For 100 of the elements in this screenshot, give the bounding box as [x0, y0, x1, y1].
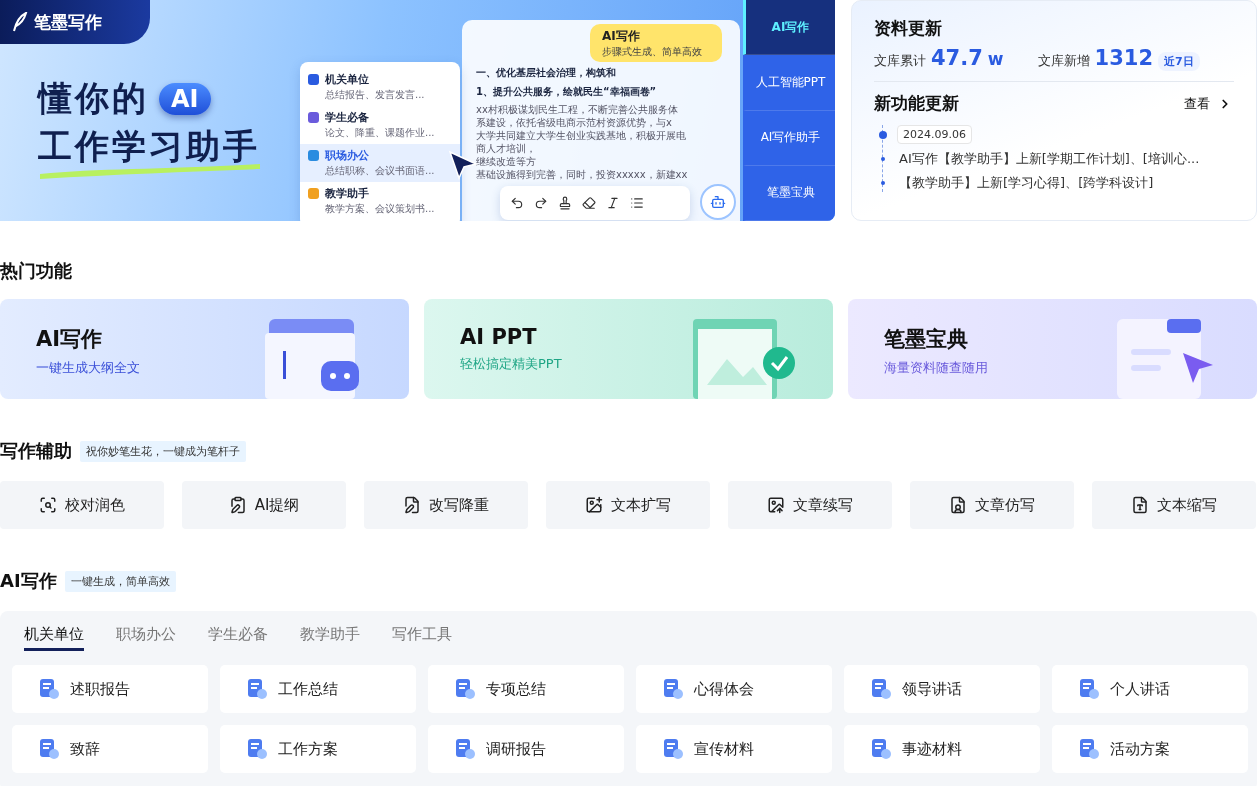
headline: 工作学习助手	[38, 125, 260, 168]
tool-icon	[949, 496, 967, 514]
template-item[interactable]: 述职报告	[12, 665, 208, 713]
banner[interactable]	[0, 0, 835, 221]
tool-button[interactable]: 校对润色	[0, 481, 164, 529]
document-icon	[38, 738, 60, 760]
tool-icon	[39, 496, 57, 514]
card-subtitle: 轻松搞定精美PPT	[460, 355, 563, 373]
template-item[interactable]: 调研报告	[428, 725, 624, 773]
view-link[interactable]: 查看	[1184, 94, 1234, 113]
timeline-dot	[881, 157, 885, 161]
feather-icon	[12, 12, 28, 32]
document-icon	[38, 678, 60, 700]
speech-bubble: AI写作 步骤式生成、简单高效	[590, 24, 722, 62]
card-title: AI PPT	[460, 325, 538, 349]
tool-icon	[1131, 496, 1149, 514]
category-tab[interactable]: 教学助手	[300, 625, 360, 651]
update-item[interactable]: AI写作【教学助手】上新[学期工作计划]、[培训心...	[899, 150, 1200, 168]
side-tab[interactable]: AI写作助手	[743, 110, 835, 166]
card-subtitle: 海量资料随查随用	[884, 359, 989, 377]
feature-card[interactable]: 笔墨宝典 海量资料随查随用	[848, 299, 1257, 399]
document-icon	[870, 678, 892, 700]
section-title: 写作辅助	[0, 439, 72, 463]
stat-label: 文库累计	[874, 52, 926, 70]
headline: 懂你的	[38, 77, 149, 120]
tool-button[interactable]: AI提纲	[182, 481, 346, 529]
template-item[interactable]: 活动方案	[1052, 725, 1248, 773]
document-icon	[454, 678, 476, 700]
feature-card[interactable]: AI PPT 轻松搞定精美PPT	[424, 299, 833, 399]
timeline-dot	[881, 181, 885, 185]
section-tag: 一键生成，简单高效	[64, 570, 176, 592]
panel-title: 新功能更新	[874, 92, 959, 115]
undo-icon	[510, 196, 524, 210]
logo-text: 笔墨写作	[34, 10, 102, 34]
side-tab[interactable]: AI写作	[743, 0, 835, 56]
side-tab[interactable]: 笔墨宝典	[743, 165, 835, 221]
menu-item[interactable]: 学生必备 论文、降重、课题作业...	[300, 106, 460, 144]
tool-icon	[403, 496, 421, 514]
menu-item[interactable]: 职场办公 总结职称、会议书面语...	[300, 144, 460, 182]
document-icon	[1078, 738, 1100, 760]
document-heading: 1、提升公共服务，绘就民生“幸福画卷”	[476, 85, 657, 99]
pointer-icon	[448, 150, 478, 180]
menu-item[interactable]: 教学助手 教学方案、会议策划书...	[300, 182, 460, 220]
tool-button[interactable]: 文本缩写	[1092, 481, 1256, 529]
section-tag: 祝你妙笔生花，一键成为笔杆子	[80, 440, 246, 462]
document-icon	[870, 738, 892, 760]
stat-label: 文库新增	[1037, 52, 1090, 70]
tool-button[interactable]: 文本扩写	[546, 481, 710, 529]
tool-icon	[228, 496, 247, 514]
update-item[interactable]: 【教学助手】上新[学习心得]、[跨学科设计]	[899, 174, 1154, 192]
document-heading: 一、优化基层社会治理，构筑和	[476, 66, 616, 80]
template-item[interactable]: 个人讲话	[1052, 665, 1248, 713]
document-icon	[662, 738, 684, 760]
document-line: 基础设施得到完善，同时，投资xxxxx，新建xx	[476, 169, 688, 181]
ai-badge: AI	[159, 83, 211, 115]
period-tag: 近7日	[1158, 52, 1200, 71]
document-line: 商人才培训，	[476, 143, 536, 155]
document-icon	[454, 738, 476, 760]
section-title: AI写作	[0, 569, 57, 593]
category-tab[interactable]: 学生必备	[208, 625, 268, 651]
template-item[interactable]: 专项总结	[428, 665, 624, 713]
template-item[interactable]: 工作方案	[220, 725, 416, 773]
template-item[interactable]: 工作总结	[220, 665, 416, 713]
menu-item[interactable]: 机关单位 总结报告、发言发言...	[300, 68, 460, 106]
template-item[interactable]: 致辞	[12, 725, 208, 773]
document-line: xx村积极谋划民生工程，不断完善公共服务体	[476, 104, 678, 116]
tool-button[interactable]: 改写降重	[364, 481, 528, 529]
document-line: 系建设，依托省级电商示范村资源优势，与x	[476, 117, 672, 129]
italic-icon	[606, 196, 620, 210]
tool-button[interactable]: 文章仿写	[910, 481, 1074, 529]
section-title: 热门功能	[0, 259, 72, 283]
tool-icon	[767, 496, 785, 514]
template-item[interactable]: 心得体会	[636, 665, 832, 713]
document-icon	[662, 678, 684, 700]
card-title: AI写作	[36, 326, 104, 353]
stat-unit: w	[987, 49, 1004, 69]
side-tab[interactable]: 人工智能PPT	[743, 55, 835, 111]
redo-icon	[534, 196, 548, 210]
list-icon	[630, 196, 644, 210]
card-subtitle: 一键生成大纲全文	[36, 359, 141, 377]
category-tab[interactable]: 机关单位	[24, 625, 84, 651]
stat-value: 47.7	[931, 46, 983, 70]
date-tag: 2024.09.06	[897, 125, 972, 144]
document-icon	[246, 678, 268, 700]
document-line: 继续改造等方	[476, 156, 536, 168]
stamp-icon	[558, 196, 572, 210]
card-title: 笔墨宝典	[884, 326, 969, 353]
eraser-icon	[582, 196, 596, 210]
template-item[interactable]: 领导讲话	[844, 665, 1040, 713]
panel-title: 资料更新	[874, 17, 943, 40]
stat-value: 1312	[1094, 46, 1153, 70]
category-tab[interactable]: 写作工具	[392, 625, 452, 651]
template-item[interactable]: 事迹材料	[844, 725, 1040, 773]
feature-card[interactable]: AI写作 一键生成大纲全文	[0, 299, 409, 399]
category-tab[interactable]: 职场办公	[116, 625, 176, 651]
document-line: 大学共同建立大学生创业实践基地，积极开展电	[476, 130, 686, 142]
tool-button[interactable]: 文章续写	[728, 481, 892, 529]
tool-icon	[585, 496, 603, 514]
document-icon	[246, 738, 268, 760]
template-item[interactable]: 宣传材料	[636, 725, 832, 773]
